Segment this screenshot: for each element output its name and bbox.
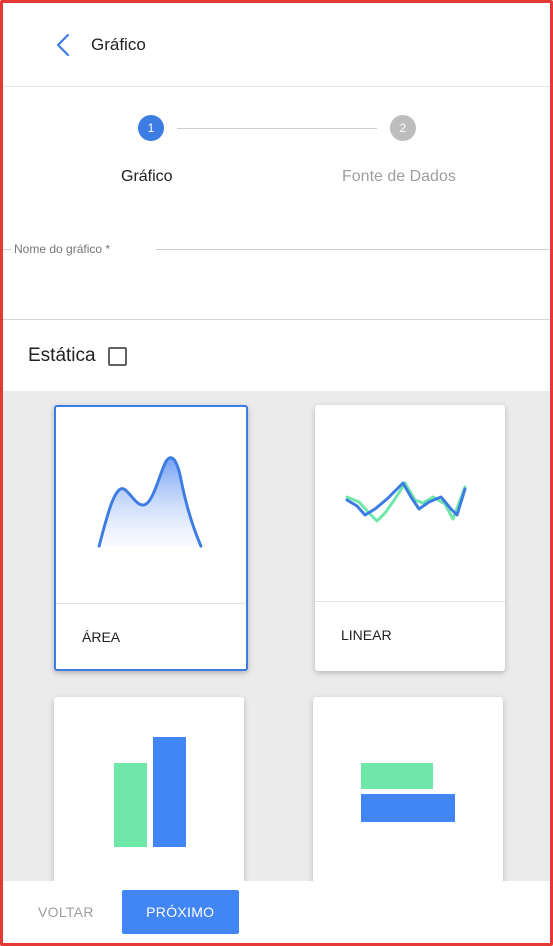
stepper: 1 2 Gráfico Fonte de Dados — [3, 88, 550, 198]
chart-name-label: Nome do gráfico * — [14, 242, 111, 256]
area-chart-icon — [97, 456, 203, 548]
app-header: Gráfico — [3, 3, 550, 87]
card-divider — [56, 603, 246, 604]
chart-preview — [315, 405, 505, 601]
chart-type-grid: ÁREA LINEAR — [3, 391, 550, 881]
step-2-label: Fonte de Dados — [342, 168, 456, 185]
next-step-button[interactable]: PRÓXIMO — [121, 890, 239, 934]
chart-type-card-area[interactable]: ÁREA — [54, 405, 248, 671]
step-1-indicator[interactable]: 1 — [138, 115, 164, 141]
chart-name-input[interactable] — [14, 270, 534, 304]
chart-preview — [313, 697, 503, 881]
chart-type-card-horizontal-bar[interactable] — [313, 697, 503, 881]
static-option: Estática — [3, 321, 550, 391]
line-chart-icon — [345, 481, 467, 523]
step-1-label: Gráfico — [121, 168, 173, 185]
chart-name-field: Nome do gráfico * — [3, 232, 550, 320]
field-outline — [156, 249, 550, 250]
step-2-indicator[interactable]: 2 — [390, 115, 416, 141]
chevron-left-icon — [56, 33, 70, 56]
field-outline — [3, 249, 11, 250]
chart-preview — [56, 407, 246, 603]
back-step-button[interactable]: VOLTAR — [38, 904, 94, 920]
page-title: Gráfico — [91, 34, 146, 54]
wizard-footer: VOLTAR PRÓXIMO — [3, 881, 550, 943]
card-label-area: ÁREA — [82, 629, 121, 645]
chart-type-card-linear[interactable]: LINEAR — [315, 405, 505, 671]
chart-preview — [54, 697, 244, 881]
static-label: Estática — [28, 345, 96, 366]
static-checkbox[interactable] — [107, 346, 127, 366]
horizontal-bar-chart-icon — [361, 763, 455, 822]
card-divider — [315, 601, 505, 602]
step-connector — [177, 128, 377, 129]
chart-type-card-bar[interactable] — [54, 697, 244, 881]
bar-chart-icon — [114, 737, 186, 847]
card-label-linear: LINEAR — [341, 627, 392, 643]
back-button[interactable] — [39, 21, 87, 69]
